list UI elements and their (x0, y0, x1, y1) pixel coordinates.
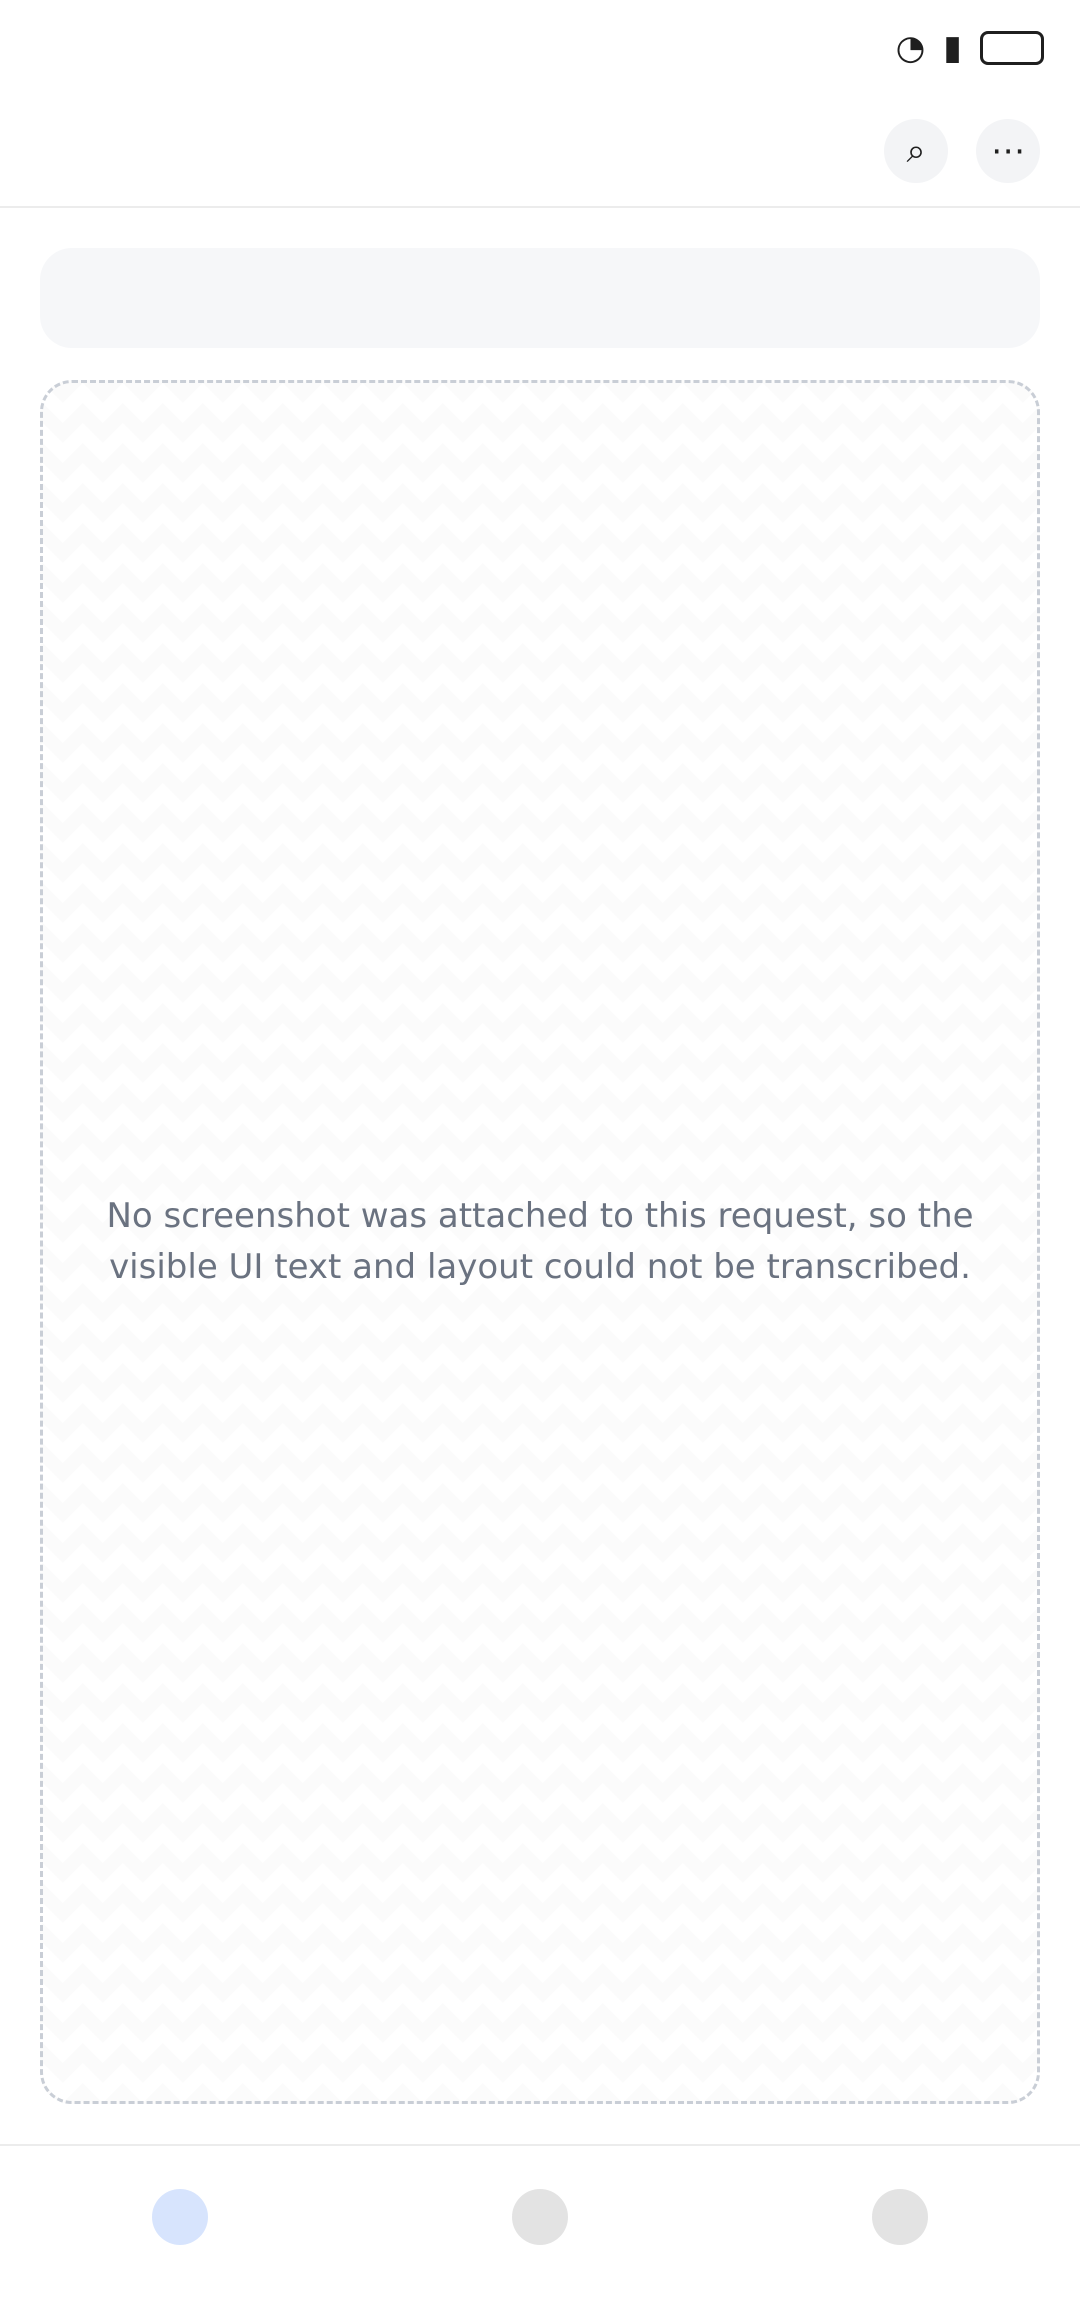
wifi-icon: ◔ (895, 28, 926, 68)
nav-item-3-icon (872, 2189, 928, 2245)
nav-item-1-icon (152, 2189, 208, 2245)
search-button[interactable]: ⌕ (884, 119, 948, 183)
notice-card (40, 248, 1040, 348)
battery-indicator (980, 31, 1044, 65)
bottom-nav-item-1[interactable] (152, 2189, 208, 2257)
more-button[interactable]: ⋯ (976, 119, 1040, 183)
app-screen: ◔ ▮ ⌕ ⋯ No screenshot was attached to th… (0, 0, 1080, 2324)
search-icon: ⌕ (906, 131, 926, 171)
missing-screenshot-panel: No screenshot was attached to this reque… (40, 380, 1040, 2104)
more-icon: ⋯ (991, 131, 1025, 171)
app-header: ⌕ ⋯ (0, 96, 1080, 208)
bottom-nav-item-3[interactable] (872, 2189, 928, 2257)
status-bar: ◔ ▮ (0, 0, 1080, 96)
bottom-navigation (0, 2144, 1080, 2324)
header-actions: ⌕ ⋯ (884, 119, 1040, 183)
status-right: ◔ ▮ (896, 28, 1044, 68)
main-content: No screenshot was attached to this reque… (0, 208, 1080, 2144)
missing-screenshot-message: No screenshot was attached to this reque… (106, 1196, 974, 1287)
nav-item-2-icon (512, 2189, 568, 2245)
bottom-nav-item-2[interactable] (512, 2189, 568, 2257)
signal-icon: ▮ (943, 28, 962, 68)
